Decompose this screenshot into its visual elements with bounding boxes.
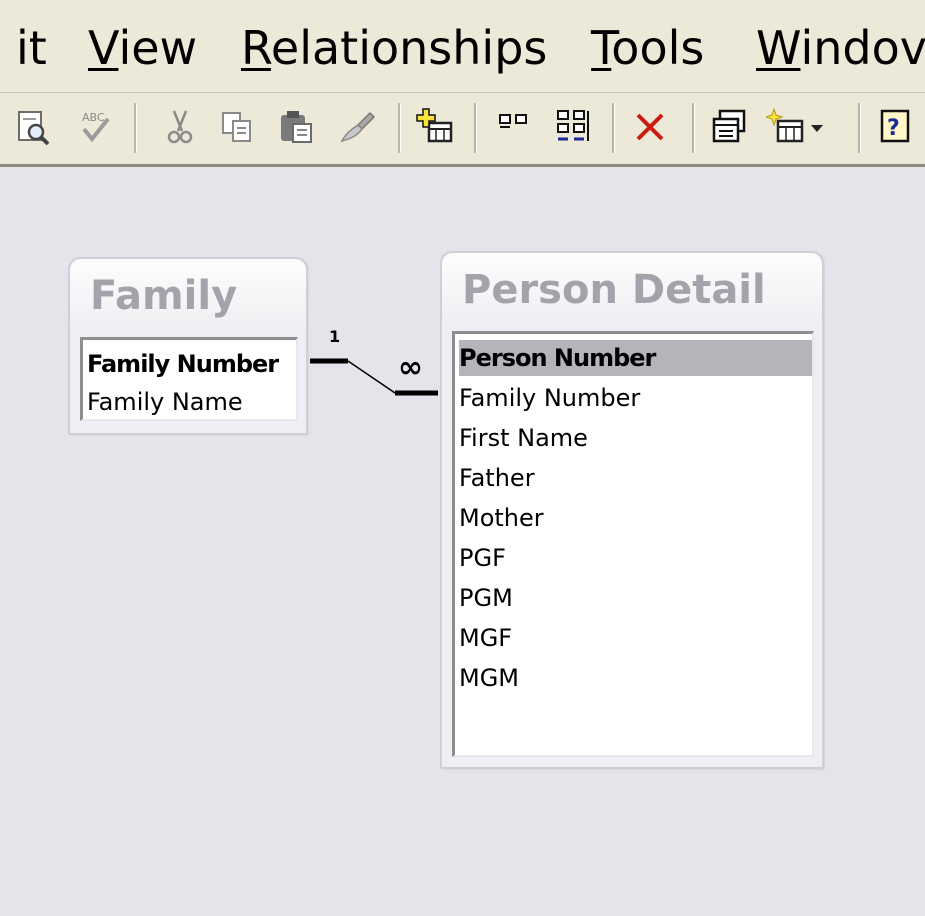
show-direct-relationships-icon — [499, 114, 527, 128]
print-preview-icon — [18, 111, 50, 146]
cut-button[interactable] — [160, 107, 200, 147]
menu-edit-label: it — [16, 21, 47, 75]
show-table-icon — [416, 108, 453, 143]
toolbar-separator — [612, 103, 615, 153]
person-detail-table-titlebar[interactable]: Person Detail — [442, 253, 822, 325]
field-family-name[interactable]: Family Name — [87, 384, 243, 420]
menu-view-label: iew — [118, 21, 198, 75]
show-table-button[interactable] — [416, 107, 456, 147]
family-table-titlebar[interactable]: Family — [70, 259, 306, 331]
copy-button[interactable] — [218, 107, 258, 147]
toolbar-separator — [398, 103, 401, 153]
person-detail-table-title: Person Detail — [462, 267, 766, 313]
cut-icon — [167, 110, 193, 144]
menu-relationships[interactable]: Relationships — [241, 18, 547, 78]
spelling-icon: ABC — [82, 111, 110, 143]
person-detail-field-list[interactable]: Person Number Family Number First Name F… — [452, 331, 814, 757]
database-window-button[interactable] — [710, 107, 750, 147]
relationship-many-label: ∞ — [398, 350, 423, 385]
field-mother[interactable]: Mother — [459, 500, 544, 536]
format-painter-button[interactable] — [336, 107, 376, 147]
field-first-name[interactable]: First Name — [459, 420, 588, 456]
menu-edit[interactable]: it — [16, 18, 47, 78]
menu-window[interactable]: Windov — [756, 18, 925, 78]
menu-relationships-label: elationships — [270, 21, 548, 75]
delete-button[interactable] — [630, 107, 670, 147]
field-pgf[interactable]: PGF — [459, 540, 506, 576]
family-table-title: Family — [90, 273, 238, 319]
help-icon: ? — [880, 109, 910, 143]
family-field-list[interactable]: Family Number Family Name — [80, 337, 298, 421]
delete-icon — [636, 113, 664, 141]
field-pgm[interactable]: PGM — [459, 580, 513, 616]
toolbar-separator — [474, 103, 477, 153]
field-mgf[interactable]: MGF — [459, 620, 512, 656]
menu-window-label: indov — [800, 21, 925, 75]
toolbar: ABC ? — [0, 92, 925, 169]
toolbar-separator — [692, 103, 695, 153]
svg-text:ABC: ABC — [82, 111, 105, 124]
menu-tools[interactable]: Tools — [591, 18, 704, 78]
database-window-icon — [712, 109, 746, 143]
menu-window-mnemonic: W — [756, 21, 801, 75]
field-mgm[interactable]: MGM — [459, 660, 519, 696]
format-painter-icon — [340, 111, 376, 143]
paste-button[interactable] — [276, 107, 316, 147]
relationship-one-label: 1 — [329, 327, 341, 346]
family-table-window[interactable]: Family Family Number Family Name — [68, 257, 308, 435]
new-object-dropdown[interactable] — [806, 107, 828, 147]
print-preview-button[interactable] — [14, 107, 54, 147]
chevron-down-icon — [811, 125, 823, 132]
menu-tools-mnemonic: T — [591, 21, 612, 75]
help-button[interactable]: ? — [876, 107, 916, 147]
show-direct-relationships-button[interactable] — [494, 107, 534, 147]
copy-icon — [222, 112, 251, 142]
menu-tools-label: ools — [611, 21, 705, 75]
menu-view[interactable]: View — [88, 18, 197, 78]
relationships-canvas: Family Family Number Family Name Person … — [0, 167, 925, 916]
relationship-line[interactable] — [300, 337, 450, 407]
field-family-number[interactable]: Family Number — [459, 380, 640, 416]
menu-bar: it View Relationships Tools Windov — [0, 0, 925, 92]
show-all-relationships-button[interactable] — [554, 107, 594, 147]
paste-icon — [281, 111, 312, 143]
menu-relationships-mnemonic: R — [241, 21, 271, 75]
toolbar-separator — [858, 103, 861, 153]
new-object-button[interactable] — [766, 107, 806, 147]
spelling-button[interactable]: ABC — [76, 107, 116, 147]
toolbar-separator — [134, 103, 137, 153]
new-object-icon — [766, 107, 804, 143]
field-person-number[interactable]: Person Number — [459, 340, 812, 376]
person-detail-table-window[interactable]: Person Detail Person Number Family Numbe… — [440, 251, 824, 769]
show-all-relationships-icon — [557, 110, 589, 141]
field-father[interactable]: Father — [459, 460, 535, 496]
svg-text:?: ? — [887, 116, 900, 141]
field-family-number[interactable]: Family Number — [87, 346, 279, 382]
menu-view-mnemonic: V — [88, 21, 119, 75]
